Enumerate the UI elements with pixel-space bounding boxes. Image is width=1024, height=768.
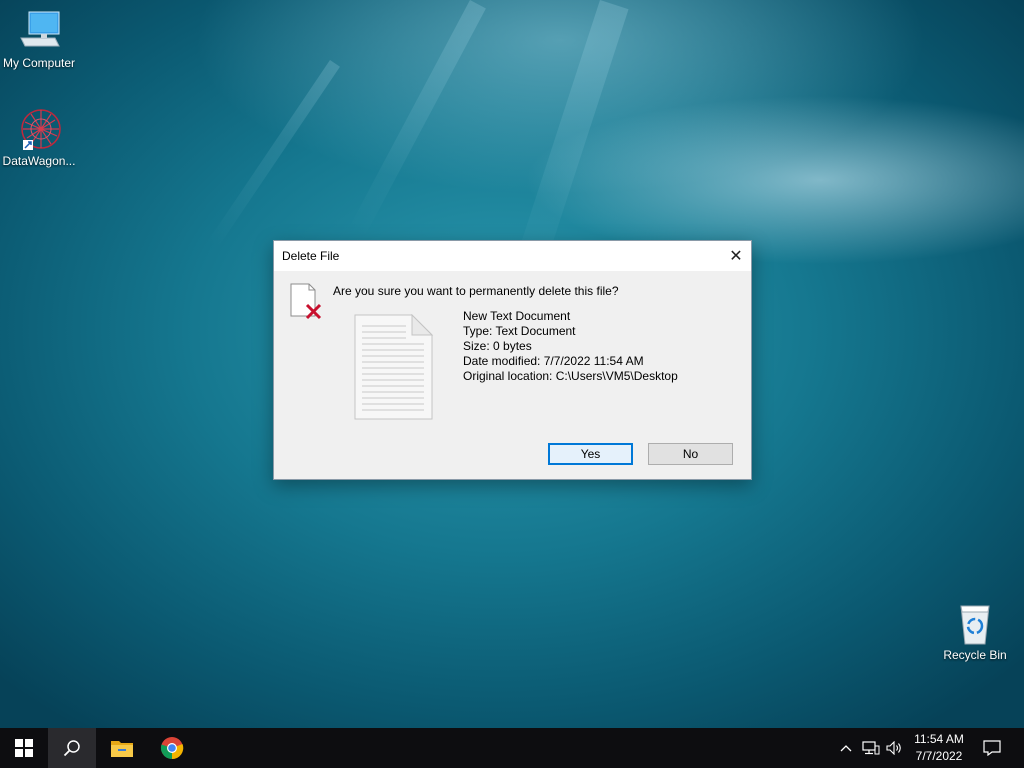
notification-icon: [983, 740, 1001, 756]
yes-button[interactable]: Yes: [548, 443, 633, 465]
close-button[interactable]: ✕: [721, 241, 751, 271]
delete-file-dialog: Delete File ✕ Are you sure you want to p…: [273, 240, 752, 480]
notifications-button[interactable]: [976, 728, 1008, 768]
file-info: New Text Document Type: Text Document Si…: [463, 309, 678, 384]
desktop-icon-label: My Computer: [2, 56, 76, 70]
start-button[interactable]: [0, 728, 48, 768]
file-name: New Text Document: [463, 309, 571, 323]
dialog-body: Are you sure you want to permanently del…: [274, 271, 751, 479]
dialog-title: Delete File: [282, 249, 340, 263]
light-ray: [206, 60, 340, 250]
desktop-icon-recycle-bin[interactable]: Recycle Bin: [936, 602, 1014, 662]
text-document-icon: [354, 313, 434, 420]
chrome-icon: [160, 737, 184, 760]
show-hidden-icons-button[interactable]: [836, 728, 856, 768]
search-button[interactable]: [48, 728, 96, 768]
clock-button[interactable]: 11:54 AM 7/7/2022: [908, 731, 970, 765]
network-button[interactable]: [860, 728, 882, 768]
desktop: My Computer DataWagon... Recycle Bin Del…: [0, 0, 1024, 728]
chrome-button[interactable]: [148, 728, 196, 768]
taskbar: 11:54 AM 7/7/2022: [0, 728, 1024, 768]
delete-file-icon: [290, 283, 324, 321]
clock-time: 11:54 AM: [914, 732, 964, 746]
file-size: Size: 0 bytes: [463, 339, 532, 353]
search-icon: [63, 740, 80, 757]
windows-start-icon: [15, 739, 33, 757]
light-ray: [347, 0, 486, 239]
volume-button[interactable]: [884, 728, 906, 768]
volume-icon: [886, 741, 901, 755]
close-icon: ✕: [729, 248, 743, 265]
file-explorer-button[interactable]: [98, 728, 146, 768]
file-type: Type: Text Document: [463, 324, 576, 338]
file-original-location: Original location: C:\Users\VM5\Desktop: [463, 369, 678, 383]
confirm-question: Are you sure you want to permanently del…: [333, 284, 619, 298]
desktop-icon-datawagon[interactable]: DataWagon...: [0, 108, 78, 168]
chevron-up-icon: [840, 745, 852, 752]
clock-date: 7/7/2022: [915, 749, 963, 763]
file-explorer-icon: [111, 741, 133, 757]
dialog-titlebar[interactable]: Delete File ✕: [274, 241, 751, 271]
datawagon-icon: [15, 108, 63, 152]
desktop-icon-my-computer[interactable]: My Computer: [0, 10, 78, 70]
file-date-modified: Date modified: 7/7/2022 11:54 AM: [463, 354, 644, 368]
network-icon: [862, 741, 880, 755]
recycle-bin-icon: [951, 602, 999, 646]
desktop-icon-label: Recycle Bin: [943, 648, 1007, 662]
computer-icon: [15, 10, 63, 54]
no-button[interactable]: No: [648, 443, 733, 465]
desktop-icon-label: DataWagon...: [2, 154, 76, 168]
